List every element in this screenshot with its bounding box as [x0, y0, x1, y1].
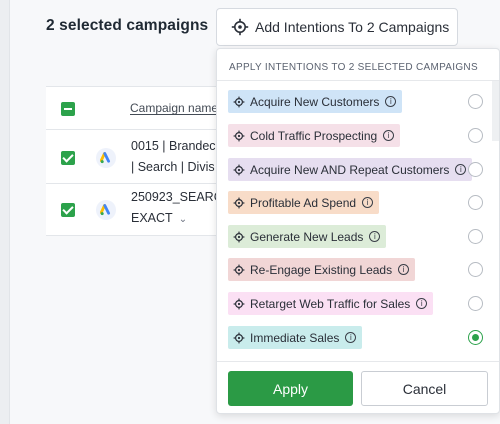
intention-radio[interactable]	[468, 262, 483, 277]
row-checkbox[interactable]	[61, 203, 75, 217]
intention-option[interactable]: Acquire New AND Repeat Customers i	[228, 158, 473, 181]
divider	[217, 80, 499, 81]
intention-radio[interactable]	[468, 296, 483, 311]
intention-label: Acquire New Customers	[250, 94, 380, 109]
apply-button[interactable]: Apply	[228, 371, 353, 406]
divider	[217, 361, 499, 362]
info-icon[interactable]: i	[369, 231, 381, 242]
intention-radio[interactable]	[468, 195, 483, 210]
target-icon	[233, 231, 245, 243]
info-icon[interactable]: i	[398, 264, 410, 275]
dropdown-scrollbar[interactable]	[492, 81, 499, 141]
target-icon	[233, 298, 245, 310]
info-icon[interactable]: i	[385, 96, 397, 107]
intention-label: Immediate Sales	[250, 330, 340, 345]
campaign-name-line1[interactable]: 0015 | Brandec	[131, 136, 216, 157]
intention-label: Generate New Leads	[250, 229, 364, 244]
add-intentions-label: Add Intentions To 2 Campaigns	[255, 19, 450, 35]
info-icon[interactable]: i	[362, 197, 374, 208]
intention-option[interactable]: Immediate Sales i	[228, 326, 363, 349]
intention-option[interactable]: Re-Engage Existing Leads i	[228, 258, 416, 281]
target-icon	[233, 332, 245, 344]
target-icon	[231, 18, 249, 36]
left-sidebar-edge	[0, 0, 10, 424]
intention-option[interactable]: Cold Traffic Prospecting i	[228, 124, 401, 147]
intention-option[interactable]: Profitable Ad Spend i	[228, 191, 380, 214]
apply-intentions-dropdown: APPLY INTENTIONS TO 2 SELECTED CAMPAIGNS…	[216, 48, 500, 414]
intention-option[interactable]: Acquire New Customers i	[228, 90, 403, 113]
intention-label: Cold Traffic Prospecting	[250, 128, 378, 143]
select-all-checkbox[interactable]	[61, 102, 75, 116]
intention-label: Re-Engage Existing Leads	[250, 262, 393, 277]
campaign-name-line2: EXACT ⌄	[131, 208, 187, 230]
selected-count-title: 2 selected campaigns	[46, 17, 209, 34]
target-icon	[233, 264, 245, 276]
campaign-name-line2: | Search | Divis	[131, 160, 215, 174]
campaign-name-line1[interactable]: 250923_SEARC	[131, 187, 223, 208]
intention-label: Retarget Web Traffic for Sales	[250, 296, 411, 311]
intention-label: Profitable Ad Spend	[250, 195, 357, 210]
dropdown-heading: APPLY INTENTIONS TO 2 SELECTED CAMPAIGNS	[229, 62, 478, 73]
target-icon	[233, 130, 245, 142]
intention-label: Acquire New AND Repeat Customers	[250, 162, 450, 177]
intention-radio[interactable]	[468, 128, 483, 143]
info-icon[interactable]: i	[383, 130, 395, 141]
intention-option[interactable]: Generate New Leads i	[228, 225, 387, 248]
add-intentions-button[interactable]: Add Intentions To 2 Campaigns	[216, 8, 458, 46]
row-checkbox[interactable]	[61, 151, 75, 165]
info-icon[interactable]: i	[345, 332, 357, 343]
intention-radio[interactable]	[468, 162, 483, 177]
match-type-label: EXACT	[131, 211, 173, 225]
chevron-down-icon[interactable]: ⌄	[179, 209, 187, 230]
target-icon	[233, 197, 245, 209]
intention-radio[interactable]	[468, 94, 483, 109]
cancel-button[interactable]: Cancel	[361, 371, 488, 406]
intention-radio[interactable]	[468, 330, 483, 345]
target-icon	[233, 96, 245, 108]
info-icon[interactable]: i	[416, 298, 428, 309]
intention-radio[interactable]	[468, 229, 483, 244]
google-ads-icon	[96, 148, 116, 168]
info-icon[interactable]: i	[455, 164, 467, 175]
google-ads-icon	[96, 200, 116, 220]
campaign-name-column-header[interactable]: Campaign name	[130, 101, 218, 115]
intention-option[interactable]: Retarget Web Traffic for Sales i	[228, 292, 434, 315]
target-icon	[233, 164, 245, 176]
